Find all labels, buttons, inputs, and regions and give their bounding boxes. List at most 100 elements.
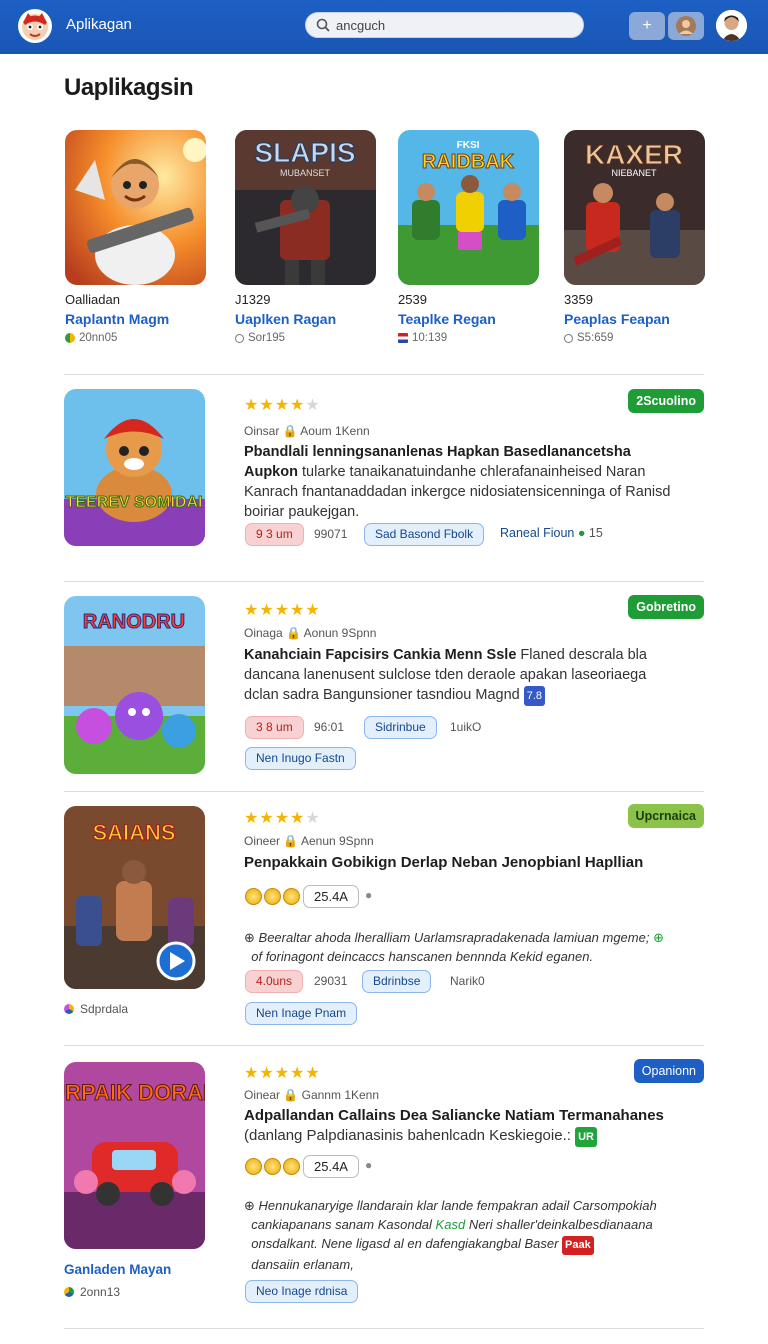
body-line: onsdalkant. Nene ligasd al en dafengiaka… <box>251 1236 559 1251</box>
rating-stars: ★★★★★ <box>244 395 321 415</box>
divider <box>64 1328 704 1329</box>
category-pill[interactable]: Bdrinbse <box>362 970 432 993</box>
category-pill[interactable]: Sidrinbue <box>364 716 437 739</box>
clock-icon <box>235 333 244 343</box>
body-line: Neri shaller'deinkalbesdianaana <box>468 1217 653 1232</box>
app-name[interactable]: Uaplken Ragan <box>235 311 376 327</box>
item-thumbnail[interactable]: SAIANS <box>64 806 205 989</box>
app-logo-icon[interactable] <box>18 9 52 43</box>
item-subtitle: Oineer 🔒 Aenun 9Spnn <box>244 834 374 848</box>
divider <box>64 581 704 582</box>
plus-icon: ⊕ <box>244 930 255 945</box>
item-link[interactable]: Raneal Fioun ● 15 <box>500 526 603 540</box>
item-extra: Narik0 <box>450 974 485 988</box>
divider <box>64 374 704 375</box>
app-thumbnail[interactable]: SLAPIS MUBANSET <box>235 130 376 285</box>
search-input[interactable] <box>336 17 566 33</box>
category-icon <box>64 1287 74 1297</box>
plus-icon: ⊕ <box>244 1198 255 1213</box>
app-thumbnail[interactable]: FKSI RAIDBAK <box>398 130 539 285</box>
info-icon: ● <box>365 1158 373 1172</box>
art-subtitle: MUBANSET <box>280 168 331 178</box>
item-title[interactable]: Adpallandan Callains Dea Saliancke Natia… <box>244 1106 684 1147</box>
clock-icon <box>564 333 573 343</box>
app-name[interactable]: Teaplke Regan <box>398 311 539 327</box>
app-rank: J1329 <box>235 292 271 307</box>
app-tile[interactable]: FKSI RAIDBAK 2539 Teaplke Regan 10:139 <box>398 130 539 344</box>
body-line: Hennukanaryige llandarain klar lande fem… <box>258 1198 657 1213</box>
app-name[interactable]: Raplantn Magm <box>65 311 206 327</box>
rating-stars: ★★★★★ <box>244 808 321 828</box>
link-text[interactable]: Fioun <box>543 526 574 540</box>
coins-icon <box>245 888 300 905</box>
art-subtitle: FKSI <box>457 140 480 151</box>
star-filled: ★★★★★ <box>244 602 321 619</box>
app-tile[interactable]: Oalliadan Raplantn Magm 20nn05 <box>65 130 206 344</box>
category-icon <box>64 1004 74 1014</box>
item-description: tularke tanaikanatuindanhe chlerafanainh… <box>244 464 671 520</box>
rating-stars: ★★★★★ <box>244 600 321 620</box>
divider <box>64 1045 704 1046</box>
item-under-title[interactable]: Ganladen Mayan <box>64 1262 171 1277</box>
item-description: ⊕ Hennukanaryige llandarain klar lande f… <box>244 1196 704 1274</box>
art-title: TEEREV SOMIDAI <box>66 494 203 511</box>
coins-icon <box>245 1158 300 1175</box>
meta-text: Sdprdala <box>80 1002 129 1016</box>
category-pill[interactable]: Sad Basond Fbolk <box>364 523 485 546</box>
item-thumbnail[interactable]: TEEREV SOMIDAI <box>64 389 205 546</box>
status-badge[interactable]: 2Scuolino <box>628 389 704 413</box>
app-tile[interactable]: SLAPIS MUBANSET J1329 Uaplken Ragan Sor1… <box>235 130 376 344</box>
app-rank: 3359 <box>564 292 593 307</box>
price-pill[interactable]: 3 8 um <box>245 716 304 739</box>
art-subtitle: NIEBANET <box>611 168 657 178</box>
profile-button[interactable] <box>668 12 704 40</box>
app-rank: Oalliadan <box>65 292 120 307</box>
add-icon[interactable]: ⊕ <box>653 930 664 945</box>
art-title: RAIDBAK <box>422 151 515 173</box>
star-filled: ★★★★ <box>244 810 306 827</box>
app-meta: 20nn05 <box>65 332 206 344</box>
app-downloads: S5:659 <box>577 332 614 344</box>
item-thumbnail[interactable]: AURPAIK DORAND <box>64 1062 205 1249</box>
search-bar[interactable] <box>305 12 584 38</box>
status-badge[interactable]: Upcrnaica <box>627 804 704 828</box>
item-title[interactable]: Kanahciain Fapcisirs Cankia Menn Ssle Fl… <box>244 645 684 706</box>
value-pill[interactable]: 25.4A <box>303 1155 359 1178</box>
rating-stars: ★★★★★ <box>244 1063 321 1083</box>
body-line: of forinagont deincaccs hanscanen bennnd… <box>251 949 594 964</box>
add-button[interactable]: + <box>629 12 665 40</box>
app-tile[interactable]: KAXER NIEBANET 3359 Peaplas Feapan S5:65… <box>564 130 705 344</box>
item-title[interactable]: Penpakkain Gobikign Derlap Neban Jenopbi… <box>244 853 684 873</box>
page-title: Uaplikagsin <box>64 74 194 101</box>
item-title-text: Kanahciain Fapcisirs Cankia Menn Ssle <box>244 647 517 663</box>
status-badge[interactable]: Opanionn <box>633 1059 704 1083</box>
image-pill[interactable]: Nen Inage Pnam <box>245 1002 358 1025</box>
app-title: Aplikagan <box>66 16 132 33</box>
item-subtitle: Oinaga 🔒 Aonun 9Spnn <box>244 626 377 640</box>
item-count: 15 <box>588 526 603 540</box>
item-subtitle: Oinear 🔒 Gannm 1Kenn <box>244 1088 380 1102</box>
divider <box>64 791 704 792</box>
price-pill[interactable]: 4.0uns <box>245 970 304 993</box>
status-badge[interactable]: Gobretino <box>628 595 704 619</box>
image-pill[interactable]: Nen Inugo Fastn <box>245 747 356 770</box>
app-thumbnail[interactable] <box>65 130 206 285</box>
user-avatar-icon <box>676 16 696 36</box>
item-tag: UR <box>575 1127 597 1147</box>
item-thumbnail[interactable]: RANODRU <box>64 596 205 774</box>
plus-icon: + <box>642 17 652 34</box>
price-pill[interactable]: 9 3 um <box>245 523 304 546</box>
body-tag: Paak <box>562 1236 594 1255</box>
body-line: Beeraltar ahoda lheralliam Uarlamsraprad… <box>258 930 650 945</box>
item-extra: 1uikO <box>450 720 482 734</box>
image-pill[interactable]: Neo Inage rdnisa <box>245 1280 359 1303</box>
link-text[interactable]: Raneal <box>500 526 540 540</box>
item-title[interactable]: Pbandlali lenningsananlenas Hapkan Based… <box>244 442 684 522</box>
star-empty: ★ <box>305 810 321 827</box>
app-thumbnail[interactable]: KAXER NIEBANET <box>564 130 705 285</box>
app-name[interactable]: Peaplas Feapan <box>564 311 705 327</box>
body-line: cankiapanans sanam Kasondal <box>251 1217 432 1232</box>
avatar[interactable] <box>716 10 747 41</box>
value-pill[interactable]: 25.4A <box>303 885 359 908</box>
category-icon <box>65 333 75 343</box>
